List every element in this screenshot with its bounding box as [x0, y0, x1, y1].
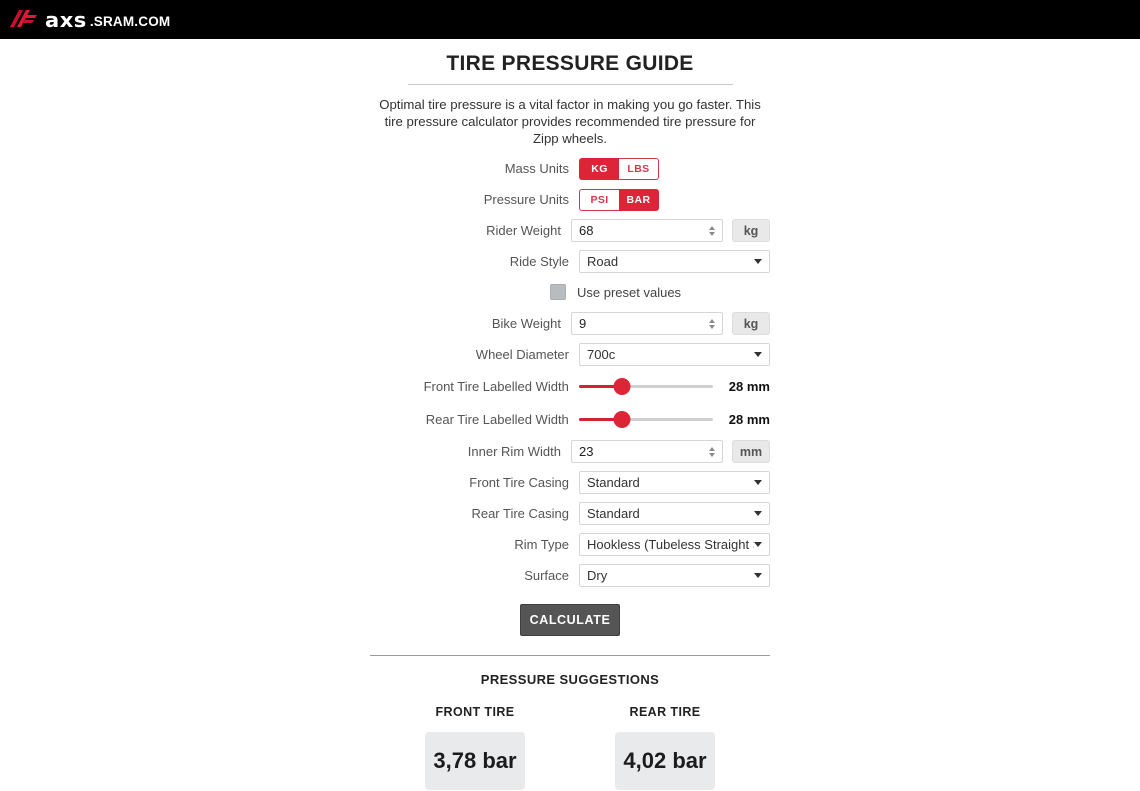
- wheel-diameter-value: 700c: [587, 347, 616, 362]
- label-ride-style: Ride Style: [509, 254, 569, 269]
- inner-rim-width-unit: mm: [732, 440, 770, 463]
- rider-weight-value: 68: [579, 223, 594, 238]
- row-use-preset: Use preset values: [370, 281, 770, 303]
- row-front-tire-width: Front Tire Labelled Width 28 mm: [370, 374, 770, 399]
- pressure-results: FRONT TIRE 3,78 bar REAR TIRE 4,02 bar: [0, 705, 1140, 790]
- surface-select[interactable]: Dry: [579, 564, 770, 587]
- brand-name-axs: axs: [45, 7, 87, 32]
- brand-name-sram: .SRAM.COM: [89, 13, 171, 29]
- inner-rim-width-input[interactable]: 23: [571, 440, 723, 463]
- calculate-button[interactable]: CALCULATE: [520, 604, 620, 636]
- front-tire-result: FRONT TIRE 3,78 bar: [425, 705, 525, 790]
- front-tire-caption: FRONT TIRE: [435, 705, 515, 719]
- row-ride-style: Ride Style Road: [370, 250, 770, 273]
- label-rear-tire-width: Rear Tire Labelled Width: [425, 412, 569, 427]
- wheel-diameter-select[interactable]: 700c: [579, 343, 770, 366]
- use-preset-checkbox[interactable]: [550, 284, 566, 300]
- row-rider-weight: Rider Weight 68 kg: [370, 219, 770, 242]
- mass-units-toggle[interactable]: KG LBS: [579, 157, 659, 180]
- chevron-down-icon: [754, 542, 762, 547]
- slider-thumb[interactable]: [613, 378, 631, 395]
- label-inner-rim-width: Inner Rim Width: [467, 444, 561, 459]
- slider-thumb[interactable]: [613, 411, 631, 428]
- rider-weight-unit: kg: [732, 219, 770, 242]
- pressure-suggestions-heading: PRESSURE SUGGESTIONS: [480, 672, 660, 687]
- ride-style-select[interactable]: Road: [579, 250, 770, 273]
- row-pressure-units: Pressure Units PSI BAR: [370, 188, 770, 211]
- results-divider: [370, 655, 770, 656]
- pressure-form: Mass Units KG LBS Pressure Units PSI BAR…: [370, 157, 770, 636]
- rear-tire-caption: REAR TIRE: [629, 705, 701, 719]
- label-pressure-units: Pressure Units: [483, 192, 569, 207]
- label-rider-weight: Rider Weight: [486, 223, 561, 238]
- chevron-down-icon: [754, 480, 762, 485]
- label-surface: Surface: [524, 568, 569, 583]
- row-rear-tire-width: Rear Tire Labelled Width 28 mm: [370, 407, 770, 432]
- rim-type-select[interactable]: Hookless (Tubeless Straight Side): [579, 533, 770, 556]
- pressure-units-option-bar[interactable]: BAR: [619, 188, 659, 211]
- title-divider: [407, 84, 733, 85]
- page-intro: Optimal tire pressure is a vital factor …: [379, 97, 761, 146]
- brand-logo[interactable]: axs .SRAM.COM: [0, 7, 170, 33]
- inner-rim-width-value: 23: [579, 444, 594, 459]
- rider-weight-stepper[interactable]: [705, 223, 718, 239]
- label-front-tire-casing: Front Tire Casing: [469, 475, 569, 490]
- page-title: TIRE PRESSURE GUIDE: [446, 52, 694, 75]
- pressure-units-toggle[interactable]: PSI BAR: [579, 188, 659, 211]
- row-mass-units: Mass Units KG LBS: [370, 157, 770, 180]
- label-rear-tire-casing: Rear Tire Casing: [471, 506, 569, 521]
- row-inner-rim-width: Inner Rim Width 23 mm: [370, 440, 770, 463]
- use-preset-label: Use preset values: [577, 284, 682, 300]
- mass-units-option-kg[interactable]: KG: [579, 157, 619, 180]
- front-tire-pressure-value: 3,78 bar: [425, 732, 525, 790]
- label-front-tire-width: Front Tire Labelled Width: [423, 379, 569, 394]
- rear-tire-pressure-value: 4,02 bar: [615, 732, 715, 790]
- bike-weight-unit: kg: [732, 312, 770, 335]
- pressure-units-option-psi[interactable]: PSI: [579, 188, 619, 211]
- row-surface: Surface Dry: [370, 564, 770, 587]
- label-rim-type: Rim Type: [514, 537, 569, 552]
- bike-weight-value: 9: [579, 316, 587, 331]
- row-wheel-diameter: Wheel Diameter 700c: [370, 343, 770, 366]
- inner-rim-width-stepper[interactable]: [705, 444, 718, 460]
- rear-tire-casing-select[interactable]: Standard: [579, 502, 770, 525]
- page-body: TIRE PRESSURE GUIDE Optimal tire pressur…: [0, 39, 1140, 791]
- rear-tire-width-value: 28 mm: [728, 412, 770, 427]
- rider-weight-input[interactable]: 68: [571, 219, 723, 242]
- rear-tire-width-slider[interactable]: [578, 410, 713, 430]
- label-bike-weight: Bike Weight: [491, 316, 561, 331]
- front-tire-casing-value: Standard: [587, 475, 640, 490]
- axs-chevron-logo-icon: [10, 9, 37, 27]
- rim-type-value: Hookless (Tubeless Straight Side): [587, 537, 754, 552]
- chevron-down-icon: [754, 573, 762, 578]
- label-wheel-diameter: Wheel Diameter: [475, 347, 569, 362]
- rear-tire-result: REAR TIRE 4,02 bar: [615, 705, 715, 790]
- chevron-down-icon: [754, 259, 762, 264]
- row-front-tire-casing: Front Tire Casing Standard: [370, 471, 770, 494]
- row-rear-tire-casing: Rear Tire Casing Standard: [370, 502, 770, 525]
- row-rim-type: Rim Type Hookless (Tubeless Straight Sid…: [370, 533, 770, 556]
- calculate-row: CALCULATE: [370, 604, 770, 636]
- label-mass-units: Mass Units: [504, 161, 569, 176]
- site-header: axs .SRAM.COM: [0, 0, 1140, 39]
- bike-weight-input[interactable]: 9: [571, 312, 723, 335]
- chevron-down-icon: [754, 511, 762, 516]
- bike-weight-stepper[interactable]: [705, 316, 718, 332]
- rear-tire-casing-value: Standard: [587, 506, 640, 521]
- front-tire-casing-select[interactable]: Standard: [579, 471, 770, 494]
- front-tire-width-slider[interactable]: [578, 377, 713, 397]
- front-tire-width-value: 28 mm: [728, 379, 770, 394]
- row-bike-weight: Bike Weight 9 kg: [370, 312, 770, 335]
- chevron-down-icon: [754, 352, 762, 357]
- mass-units-option-lbs[interactable]: LBS: [619, 157, 659, 180]
- surface-value: Dry: [587, 568, 608, 583]
- ride-style-value: Road: [587, 254, 619, 269]
